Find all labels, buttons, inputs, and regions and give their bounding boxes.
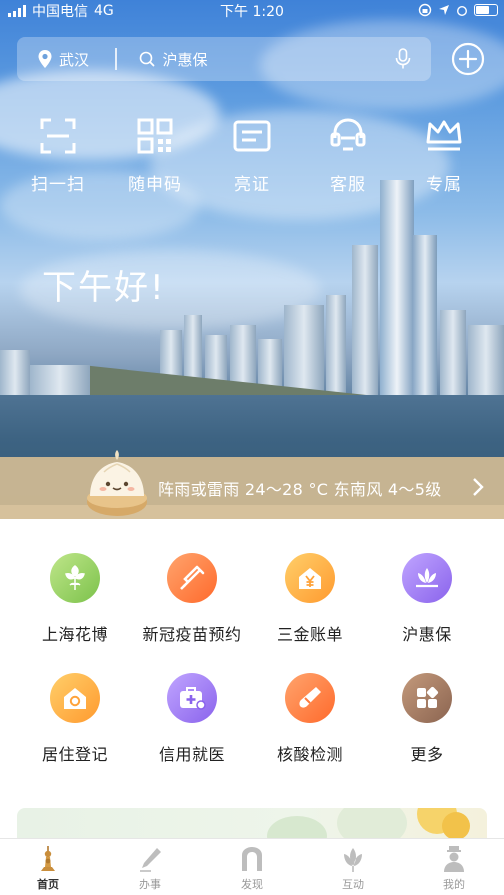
dumpling-mascot-icon bbox=[87, 450, 147, 516]
test-tube-icon bbox=[285, 673, 335, 723]
service-item[interactable]: 更多 bbox=[367, 673, 487, 765]
magnolia-icon bbox=[344, 848, 362, 872]
weather-text: 阵雨或雷雨 24～28 °C 东南风 4～5级 bbox=[158, 480, 442, 499]
service-item[interactable]: 信用就医 bbox=[132, 673, 252, 765]
pagoda-icon bbox=[41, 846, 55, 871]
tab-label: 互动 bbox=[342, 878, 364, 891]
crown-icon bbox=[426, 120, 462, 151]
tab-label: 我的 bbox=[443, 878, 465, 891]
service-label: 沪惠保 bbox=[402, 625, 452, 644]
service-item[interactable]: 新冠疫苗预约 bbox=[132, 553, 252, 645]
search-icon bbox=[139, 51, 154, 67]
quick-action-service[interactable]: 客服 bbox=[308, 116, 388, 195]
search-input[interactable]: 沪惠保 bbox=[117, 49, 432, 70]
service-label: 更多 bbox=[410, 745, 444, 764]
quick-action-scan[interactable]: 扫一扫 bbox=[18, 116, 98, 195]
quick-actions: 扫一扫 随申码 亮证 客服 专属 bbox=[0, 116, 504, 196]
tab-discover[interactable]: 发现 bbox=[212, 845, 292, 892]
tab-interact[interactable]: 互动 bbox=[313, 845, 393, 892]
house-yen-icon bbox=[285, 553, 335, 603]
quick-action-label: 随申码 bbox=[128, 175, 182, 195]
service-label: 居住登记 bbox=[41, 745, 108, 764]
search-placeholder: 沪惠保 bbox=[162, 50, 208, 69]
service-label: 核酸检测 bbox=[276, 745, 343, 764]
home-icon bbox=[50, 673, 100, 723]
service-item[interactable]: 居住登记 bbox=[15, 673, 135, 765]
lotus-icon bbox=[402, 553, 452, 603]
alarm-icon bbox=[457, 6, 467, 16]
quick-action-id[interactable]: 亮证 bbox=[212, 116, 292, 195]
lock-rotation-icon bbox=[418, 3, 432, 17]
service-item[interactable]: 核酸检测 bbox=[250, 673, 370, 765]
battery-icon bbox=[474, 4, 498, 16]
customer-service-icon bbox=[330, 118, 366, 151]
tab-label: 办事 bbox=[139, 878, 161, 891]
arch-icon bbox=[242, 847, 262, 871]
flower-icon bbox=[50, 553, 100, 603]
tab-me[interactable]: 我的 bbox=[414, 845, 494, 892]
service-label: 新冠疫苗预约 bbox=[142, 625, 242, 644]
pen-icon bbox=[140, 848, 161, 872]
quick-action-label: 亮证 bbox=[234, 175, 270, 195]
microphone-icon[interactable] bbox=[395, 48, 411, 70]
weather-strip[interactable]: 阵雨或雷雨 24～28 °C 东南风 4～5级 bbox=[0, 457, 504, 519]
medical-kit-icon bbox=[167, 673, 217, 723]
status-bar: 中国电信 4G 下午 1:20 bbox=[0, 0, 504, 20]
quick-action-exclusive[interactable]: 专属 bbox=[404, 116, 484, 195]
tab-label: 发现 bbox=[241, 878, 263, 891]
map-pin-icon bbox=[38, 50, 52, 68]
tab-label: 首页 bbox=[37, 878, 59, 891]
qr-code-icon bbox=[137, 118, 173, 154]
tab-home[interactable]: 首页 bbox=[8, 845, 88, 892]
quick-action-label: 客服 bbox=[330, 175, 366, 195]
service-label: 上海花博 bbox=[41, 625, 108, 644]
grid-more-icon bbox=[402, 673, 452, 723]
location-label: 武汉 bbox=[59, 50, 90, 69]
chevron-right-icon bbox=[473, 478, 484, 496]
location-arrow-icon bbox=[439, 5, 449, 15]
service-item[interactable]: 三金账单 bbox=[250, 553, 370, 645]
location-selector[interactable]: 武汉 bbox=[17, 49, 115, 70]
bottom-tab-bar: 首页 办事 发现 互动 我的 bbox=[0, 838, 504, 895]
quick-action-label: 扫一扫 bbox=[31, 175, 85, 195]
person-icon bbox=[444, 846, 464, 872]
tab-services[interactable]: 办事 bbox=[110, 845, 190, 892]
service-label: 三金账单 bbox=[276, 625, 343, 644]
id-card-icon bbox=[233, 120, 271, 152]
scan-icon bbox=[40, 118, 76, 154]
quick-action-qr[interactable]: 随申码 bbox=[115, 116, 195, 195]
greeting-text: 下午好! bbox=[42, 268, 166, 308]
quick-action-label: 专属 bbox=[426, 175, 462, 195]
service-label: 信用就医 bbox=[158, 745, 225, 764]
service-item[interactable]: 沪惠保 bbox=[367, 553, 487, 645]
syringe-icon bbox=[167, 553, 217, 603]
search-bar[interactable]: 武汉 沪惠保 bbox=[17, 37, 431, 81]
service-item[interactable]: 上海花博 bbox=[15, 553, 135, 645]
add-icon[interactable] bbox=[450, 41, 486, 77]
